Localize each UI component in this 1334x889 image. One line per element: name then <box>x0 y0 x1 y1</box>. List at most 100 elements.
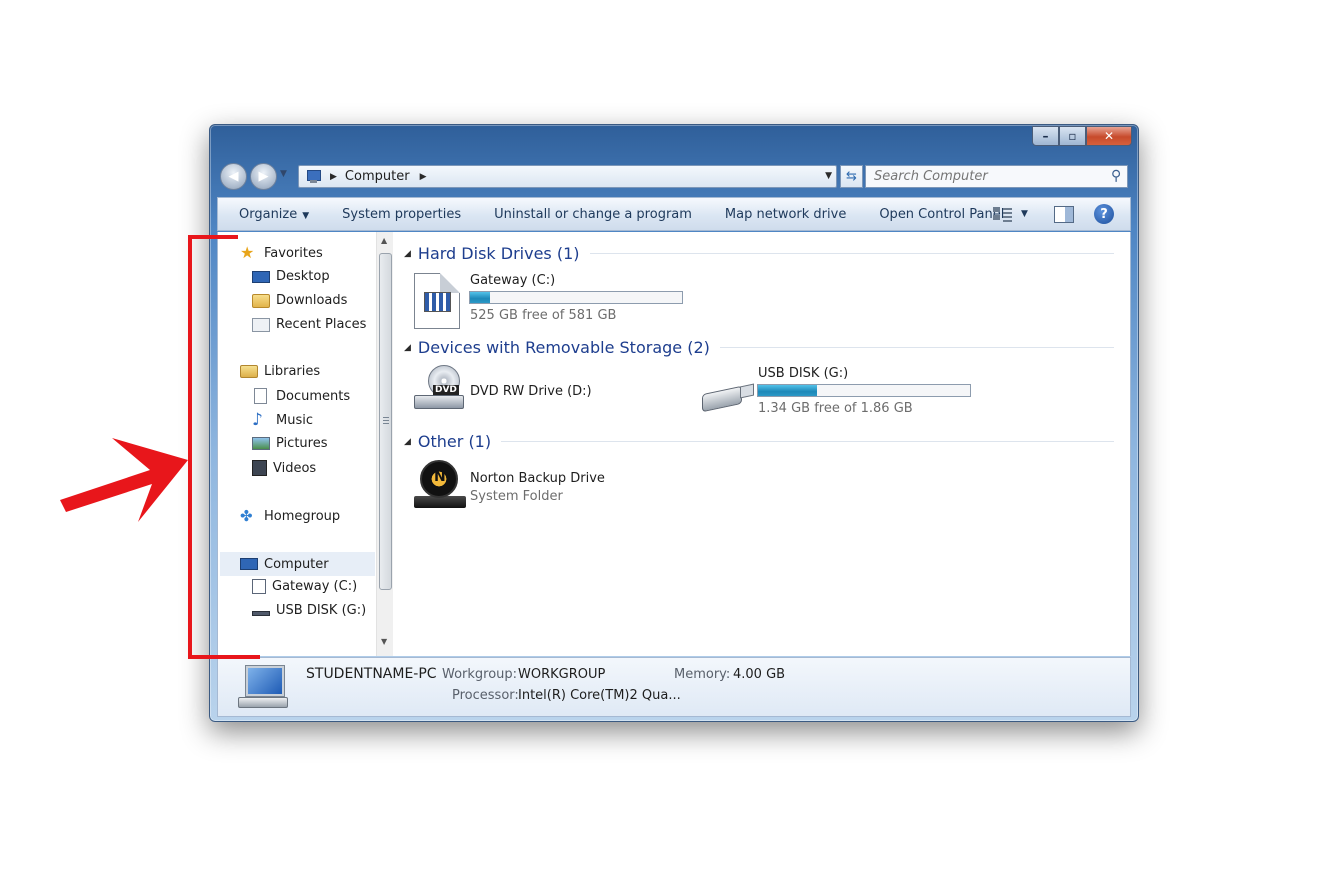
back-arrow-icon: ◀ <box>228 169 239 184</box>
computer-icon <box>303 169 321 184</box>
close-icon: ✕ <box>1103 129 1115 143</box>
sidebar-item-documents[interactable]: Documents <box>252 388 350 404</box>
recent-pages-dropdown[interactable]: ▼ <box>280 169 287 179</box>
navigation-pane-scrollbar[interactable]: ▲ ▼ <box>376 232 393 656</box>
monitor-icon <box>246 666 284 696</box>
capacity-bar <box>757 384 971 397</box>
sidebar-item-pictures[interactable]: Pictures <box>252 436 327 451</box>
memory-label: Memory: <box>674 667 731 682</box>
group-divider <box>589 253 1114 254</box>
maximize-icon: ▫ <box>1068 129 1077 143</box>
group-header-other[interactable]: ◢ Other (1) <box>404 432 1114 451</box>
navigation-row: ◀ ▶ ▼ ▶ Computer ▶ ▼ ⇆ ⚲ <box>218 159 1130 193</box>
breadcrumb-separator-icon[interactable]: ▶ <box>330 172 337 182</box>
drive-base-icon <box>414 395 464 409</box>
caption-buttons: – ▫ ✕ <box>1032 126 1132 146</box>
drive-name: USB DISK (G:) <box>758 366 849 381</box>
collapse-arrow-icon[interactable]: ◢ <box>404 437 411 447</box>
scroll-down-icon[interactable]: ▼ <box>381 637 387 646</box>
group-header-hard-disk-drives[interactable]: ◢ Hard Disk Drives (1) <box>404 244 1114 263</box>
group-title: Other (1) <box>417 432 492 451</box>
drive-name: Gateway (C:) <box>470 273 556 288</box>
change-view-button[interactable]: ▼ <box>993 206 1028 222</box>
command-bar: Organize ▼ System properties Uninstall or… <box>217 197 1131 231</box>
drive-tile-gateway-c[interactable]: Gateway (C:) 525 GB free of 581 GB <box>414 271 704 331</box>
drive-free-space: 525 GB free of 581 GB <box>470 308 617 323</box>
norton-logo-icon: N <box>434 469 446 485</box>
back-button[interactable]: ◀ <box>220 163 247 190</box>
preview-pane-button[interactable] <box>1054 206 1074 223</box>
main-pane: ◢ Hard Disk Drives (1) Gateway (C:) 525 … <box>394 232 1130 656</box>
drive-grid-icon <box>424 292 451 312</box>
uninstall-program-button[interactable]: Uninstall or change a program <box>494 207 692 222</box>
sidebar-item-usb-disk-g[interactable]: USB DISK (G:) <box>252 603 366 618</box>
sidebar-item-label: Recent Places <box>276 317 367 332</box>
sidebar-item-recent-places[interactable]: Recent Places <box>252 317 366 332</box>
usb-body-icon <box>702 385 742 413</box>
dvd-drive-icon: DVD <box>414 365 466 415</box>
drive-free-space: 1.34 GB free of 1.86 GB <box>758 401 913 416</box>
sidebar-item-favorites[interactable]: ★ Favorites <box>240 245 323 261</box>
processor-value: Intel(R) Core(TM)2 Qua... <box>518 688 681 703</box>
collapse-arrow-icon[interactable]: ◢ <box>404 249 411 259</box>
sidebar-item-libraries[interactable]: Libraries <box>240 364 320 379</box>
sidebar-item-label: Music <box>276 412 313 428</box>
minimize-icon: – <box>1042 129 1049 143</box>
usb-drive-icon <box>252 611 270 616</box>
minimize-button[interactable]: – <box>1032 126 1059 146</box>
organize-label: Organize <box>239 206 298 222</box>
search-icon[interactable]: ⚲ <box>1111 168 1121 184</box>
breadcrumb-computer[interactable]: Computer <box>345 169 410 184</box>
sidebar-item-label: USB DISK (G:) <box>276 603 367 618</box>
drive-tile-dvd-rw-d[interactable]: DVD DVD RW Drive (D:) <box>414 365 644 417</box>
help-button[interactable]: ? <box>1094 204 1114 224</box>
group-header-removable-storage[interactable]: ◢ Devices with Removable Storage (2) <box>404 338 1114 357</box>
group-divider <box>719 347 1114 348</box>
close-button[interactable]: ✕ <box>1086 126 1132 146</box>
search-box[interactable]: ⚲ <box>865 165 1128 188</box>
refresh-button[interactable]: ⇆ <box>840 165 863 188</box>
sidebar-item-downloads[interactable]: Downloads <box>252 293 347 308</box>
memory-value: 4.00 GB <box>733 667 786 682</box>
usb-plug-icon <box>740 383 754 399</box>
workgroup-value: WORKGROUP <box>518 667 606 682</box>
map-network-drive-button[interactable]: Map network drive <box>725 207 846 222</box>
maximize-button[interactable]: ▫ <box>1059 126 1086 146</box>
norton-backup-icon: N <box>414 460 468 512</box>
search-input[interactable] <box>874 169 1114 184</box>
chevron-down-icon: ▼ <box>1021 209 1028 219</box>
collapse-arrow-icon[interactable]: ◢ <box>404 343 411 353</box>
forward-button[interactable]: ▶ <box>250 163 277 190</box>
drive-tile-usb-disk-g[interactable]: USB DISK (G:) 1.34 GB free of 1.86 GB <box>702 365 992 417</box>
open-control-panel-button[interactable]: Open Control Panel <box>879 207 1004 222</box>
sidebar-item-music[interactable]: ♪ Music <box>252 412 313 429</box>
documents-icon <box>254 388 267 404</box>
sidebar-item-homegroup[interactable]: ✤ Homegroup <box>240 508 340 524</box>
folder-tile-norton-backup-drive[interactable]: N Norton Backup Drive System Folder <box>414 460 644 514</box>
address-bar[interactable]: ▶ Computer ▶ ▼ <box>298 165 837 188</box>
sidebar-item-videos[interactable]: Videos <box>252 460 316 476</box>
workgroup-label: Workgroup: <box>442 667 518 682</box>
details-pane: STUDENTNAME-PC Workgroup: WORKGROUP Memo… <box>217 657 1131 717</box>
folder-name: Norton Backup Drive <box>470 471 605 486</box>
sidebar-item-gateway-c[interactable]: Gateway (C:) <box>252 579 357 594</box>
computer-name: STUDENTNAME-PC <box>306 666 437 682</box>
sidebar-item-label: Gateway (C:) <box>272 579 358 594</box>
address-dropdown-icon[interactable]: ▼ <box>825 171 832 181</box>
capacity-bar-fill <box>758 385 818 396</box>
pictures-icon <box>252 437 270 450</box>
sidebar-item-label: Videos <box>273 460 317 476</box>
sidebar-item-label: Downloads <box>276 293 348 308</box>
sidebar-item-label: Homegroup <box>264 508 341 524</box>
breadcrumb-separator-icon[interactable]: ▶ <box>420 172 427 182</box>
organize-button[interactable]: Organize ▼ <box>239 207 309 222</box>
system-properties-button[interactable]: System properties <box>342 207 461 222</box>
recent-places-icon <box>252 317 270 332</box>
scrollbar-thumb[interactable] <box>379 253 392 590</box>
sidebar-item-desktop[interactable]: Desktop <box>252 269 330 284</box>
scroll-up-icon[interactable]: ▲ <box>381 236 387 245</box>
capacity-bar <box>469 291 683 304</box>
downloads-folder-icon <box>252 293 270 308</box>
processor-label: Processor: <box>452 688 519 703</box>
sidebar-item-label: Pictures <box>276 436 328 451</box>
